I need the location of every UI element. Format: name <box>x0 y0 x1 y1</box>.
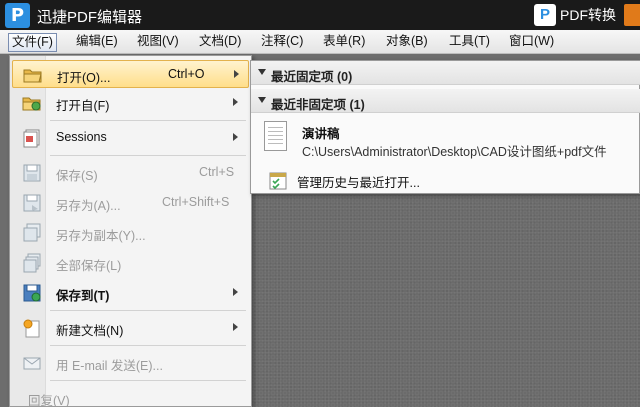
menu-separator <box>50 345 246 346</box>
pdf-convert-button[interactable]: P PDF转换 <box>534 3 616 27</box>
menu-item-email[interactable]: 用 E-mail 发送(E)... <box>12 349 249 377</box>
manage-history-label: 管理历史与最近打开... <box>297 176 420 190</box>
save-to-icon <box>23 284 41 302</box>
menu-item-save-copy-label: 另存为副本(Y)... <box>56 229 146 243</box>
menu-window[interactable]: 窗口(W) <box>506 33 557 52</box>
menu-item-open-label: 打开(O)... <box>57 71 111 85</box>
menu-item-save-copy[interactable]: 另存为副本(Y)... <box>12 219 249 247</box>
menu-item-save-as-label: 另存为(A)... <box>56 199 121 213</box>
title-bar: P 迅捷PDF编辑器 P PDF转换 <box>0 0 640 30</box>
menu-item-save[interactable]: 保存(S) Ctrl+S <box>12 159 249 187</box>
menu-item-new-document-label: 新建文档(N) <box>56 324 124 338</box>
menu-bar: 文件(F) 编辑(E) 视图(V) 文档(D) 注释(C) 表单(R) 对象(B… <box>0 30 640 54</box>
app-logo-icon: P <box>5 3 30 28</box>
collapse-triangle-icon <box>258 97 266 103</box>
submenu-arrow-icon <box>234 70 239 78</box>
menu-item-save-as-shortcut: Ctrl+Shift+S <box>162 195 230 209</box>
sessions-icon <box>23 129 40 148</box>
submenu-arrow-icon <box>233 323 238 331</box>
file-menu: 打开(O)... Ctrl+O 打开自(F) Sessions 保存(S) Ct… <box>9 55 252 407</box>
menu-form[interactable]: 表单(R) <box>320 33 368 52</box>
document-workspace[interactable] <box>252 195 640 407</box>
manage-history-icon <box>269 172 287 190</box>
menu-item-save-all[interactable]: 全部保存(L) <box>12 249 249 277</box>
menu-item-email-label: 用 E-mail 发送(E)... <box>56 359 163 373</box>
document-thumbnail-icon <box>264 121 287 151</box>
menu-file[interactable]: 文件(F) <box>8 33 57 52</box>
menu-item-save-label: 保存(S) <box>56 169 98 183</box>
menu-item-new-document[interactable]: 新建文档(N) <box>12 314 249 342</box>
save-copy-icon <box>23 223 41 242</box>
open-folder-icon <box>23 69 42 83</box>
menu-item-save-shortcut: Ctrl+S <box>199 165 235 179</box>
submenu-arrow-icon <box>233 98 238 106</box>
menu-separator <box>50 120 246 121</box>
save-all-icon <box>23 253 41 273</box>
menu-item-revert-label: 回复(V) <box>28 394 70 407</box>
menu-document[interactable]: 文档(D) <box>196 33 244 52</box>
menu-tools[interactable]: 工具(T) <box>446 33 493 52</box>
corner-button[interactable] <box>624 4 640 26</box>
pdf-convert-logo-icon: P <box>534 4 556 26</box>
unpinned-group-header[interactable]: 最近非固定项 (1) <box>251 89 640 113</box>
menu-item-save-to[interactable]: 保存到(T) <box>12 279 249 307</box>
menu-view[interactable]: 视图(V) <box>134 33 182 52</box>
save-as-icon <box>23 194 41 212</box>
unpinned-group-label: 最近非固定项 (1) <box>271 98 365 112</box>
menu-item-open-shortcut: Ctrl+O <box>168 67 205 81</box>
menu-item-open[interactable]: 打开(O)... Ctrl+O <box>12 60 249 88</box>
menu-edit[interactable]: 编辑(E) <box>73 33 121 52</box>
menu-separator <box>50 155 246 156</box>
pinned-group-label: 最近固定项 (0) <box>271 70 353 84</box>
menu-item-save-as[interactable]: 另存为(A)... Ctrl+Shift+S <box>12 189 249 217</box>
menu-item-open-from-label: 打开自(F) <box>56 99 110 113</box>
open-from-folder-icon <box>22 97 41 111</box>
pinned-group-header[interactable]: 最近固定项 (0) <box>251 61 640 85</box>
email-icon <box>23 357 41 370</box>
menu-item-save-all-label: 全部保存(L) <box>56 259 122 273</box>
menu-item-sessions[interactable]: Sessions <box>12 124 249 152</box>
menu-item-save-to-label: 保存到(T) <box>56 289 110 303</box>
save-icon <box>23 164 41 182</box>
recent-files-submenu: 最近固定项 (0) 最近非固定项 (1) 演讲稿 C:\Users\Admini… <box>250 60 640 194</box>
collapse-triangle-icon <box>258 69 266 75</box>
recent-file-item[interactable]: 演讲稿 C:\Users\Administrator\Desktop\CAD设计… <box>251 114 640 162</box>
pdf-convert-label: PDF转换 <box>560 7 616 23</box>
menu-comment[interactable]: 注释(C) <box>258 33 306 52</box>
menu-item-sessions-label: Sessions <box>56 130 107 144</box>
menu-object[interactable]: 对象(B) <box>383 33 431 52</box>
menu-item-open-from[interactable]: 打开自(F) <box>12 89 249 117</box>
recent-file-name: 演讲稿 <box>302 127 340 141</box>
submenu-arrow-icon <box>233 133 238 141</box>
menu-item-revert[interactable]: 回复(V) <box>12 384 249 407</box>
menu-separator <box>50 380 246 381</box>
recent-file-path: C:\Users\Administrator\Desktop\CAD设计图纸+p… <box>302 145 607 159</box>
submenu-arrow-icon <box>233 288 238 296</box>
app-title: 迅捷PDF编辑器 <box>37 9 143 26</box>
menu-separator <box>50 310 246 311</box>
new-document-icon <box>23 319 40 338</box>
manage-history-button[interactable]: 管理历史与最近打开... <box>251 165 640 193</box>
